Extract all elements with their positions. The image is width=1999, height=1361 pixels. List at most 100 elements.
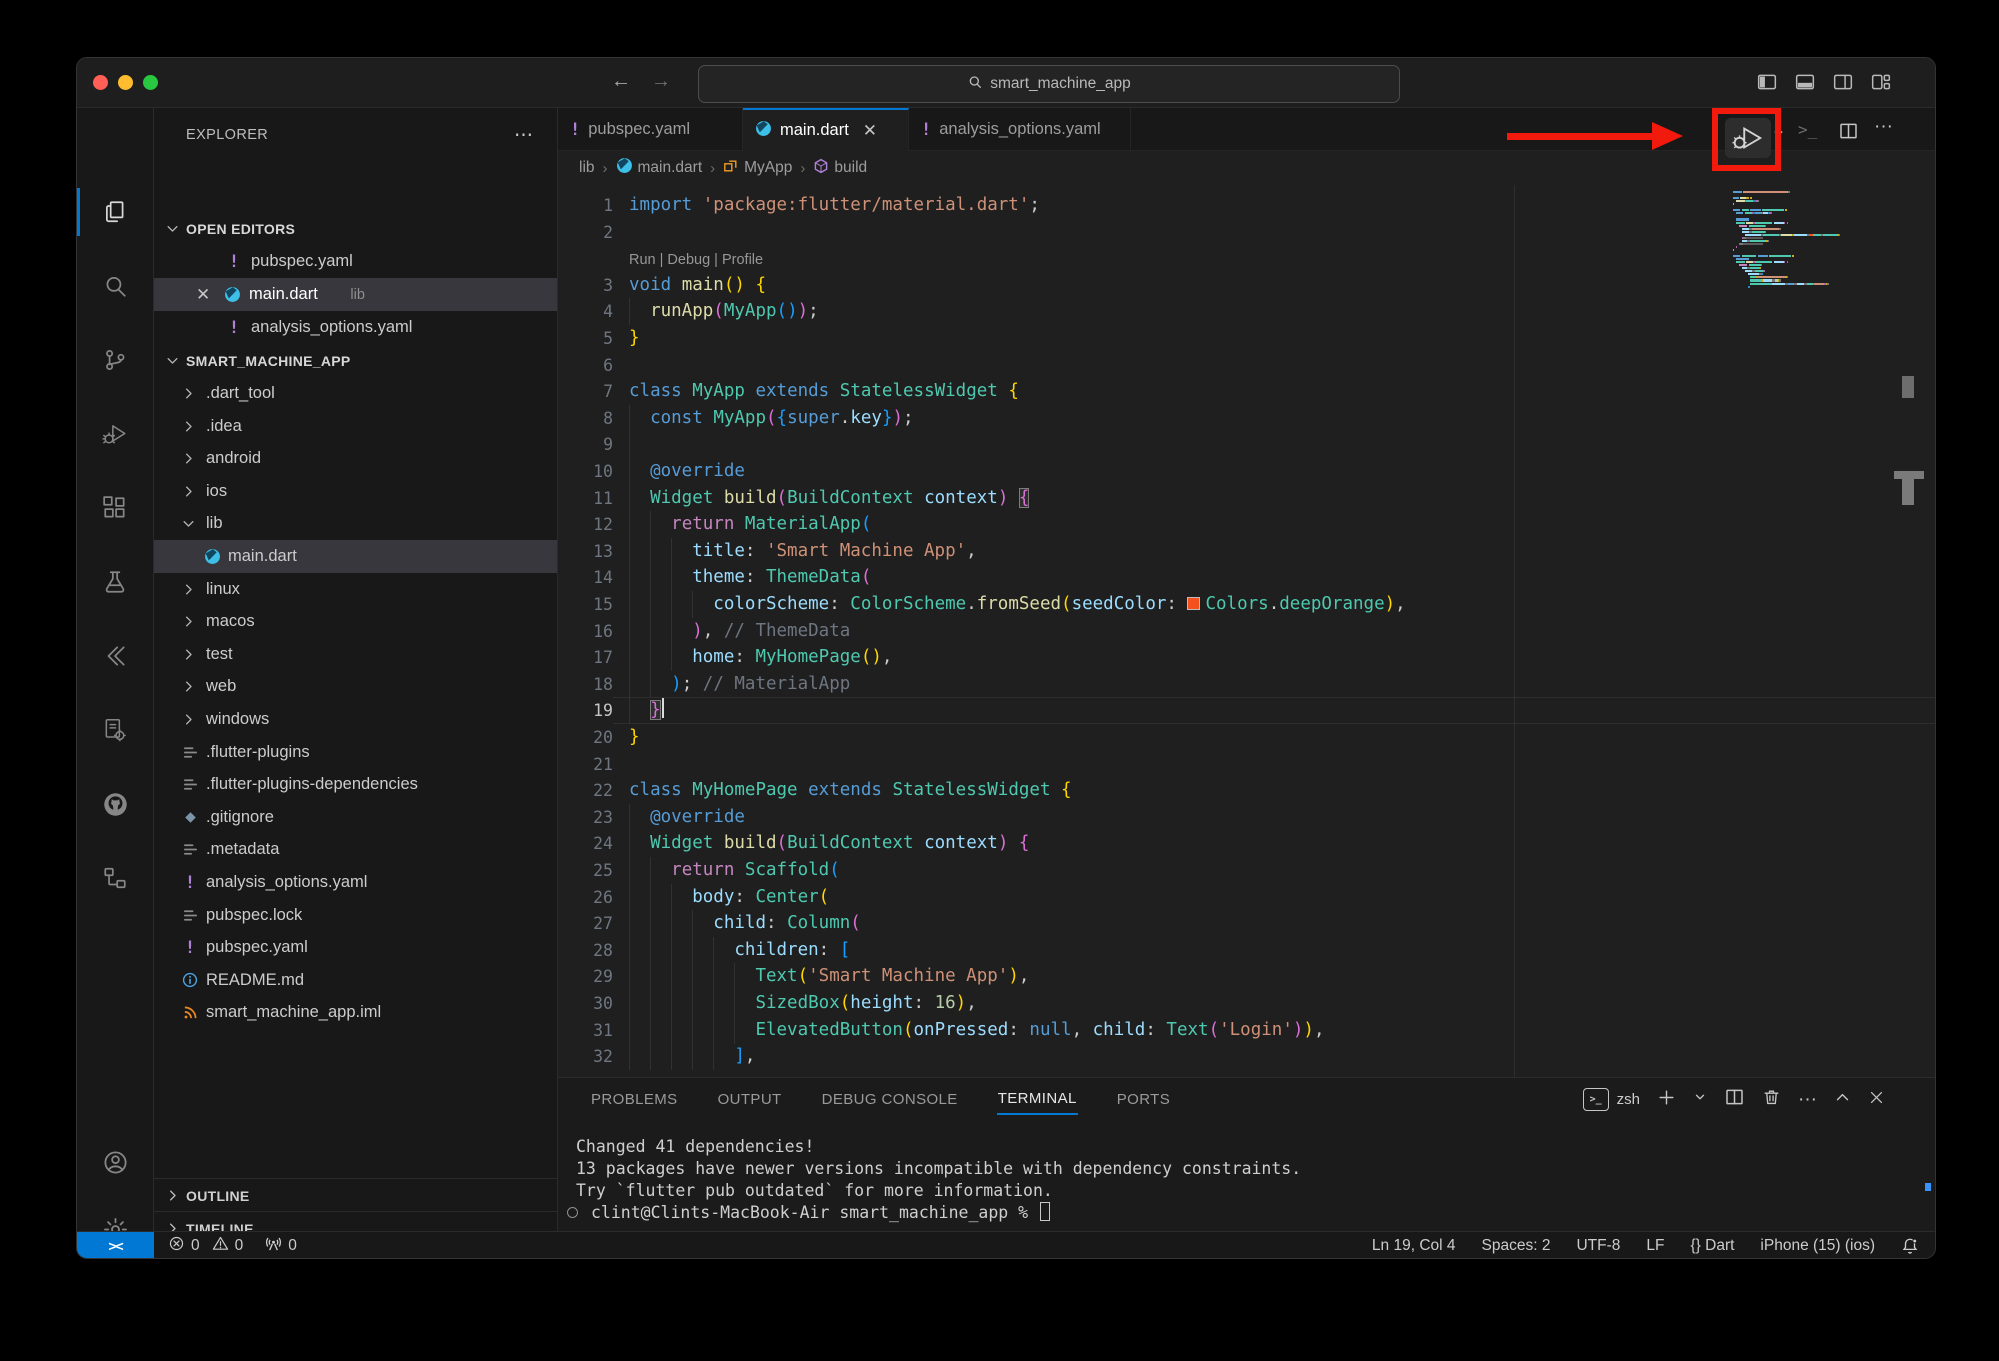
close-panel-icon[interactable] — [1868, 1089, 1885, 1111]
code-line-31[interactable]: 31 ElevatedButton(onPressed: null, child… — [558, 1017, 1936, 1044]
toggle-secondary-sidebar-icon[interactable] — [1832, 72, 1853, 91]
line-number[interactable]: 21 — [558, 751, 613, 778]
line-number[interactable]: 19 — [558, 697, 613, 724]
toggle-panel-icon[interactable] — [1794, 72, 1815, 91]
code-line-11[interactable]: 11 Widget build(BuildContext context) { — [558, 485, 1936, 512]
code-line-27[interactable]: 27 child: Column( — [558, 910, 1936, 937]
code-line-28[interactable]: 28 children: [ — [558, 937, 1936, 964]
remote-indicator[interactable]: >< — [77, 1232, 154, 1259]
toggle-primary-sidebar-icon[interactable] — [1756, 72, 1777, 91]
line-number[interactable]: 7 — [558, 378, 613, 405]
code-line-29[interactable]: 29 Text('Smart Machine App'), — [558, 963, 1936, 990]
more-actions-icon[interactable]: ··· — [1874, 116, 1893, 138]
code-line-15[interactable]: 15 colorScheme: ColorScheme.fromSeed(see… — [558, 591, 1936, 618]
line-number[interactable]: 12 — [558, 511, 613, 538]
line-number[interactable]: 14 — [558, 564, 613, 591]
new-terminal-icon[interactable] — [1657, 1088, 1676, 1112]
code-line-3[interactable]: 3void main() { — [558, 272, 1936, 299]
line-number[interactable]: 11 — [558, 485, 613, 512]
activity-item-source-control-icon[interactable] — [91, 336, 139, 384]
ports-status[interactable]: 0 — [265, 1235, 297, 1257]
line-number[interactable]: 30 — [558, 990, 613, 1017]
line-number[interactable]: 27 — [558, 910, 613, 937]
tree-item-pubspec-lock[interactable]: pubspec.lock — [154, 899, 557, 932]
code-editor[interactable]: 1import 'package:flutter/material.dart';… — [558, 185, 1936, 1077]
line-number[interactable]: 16 — [558, 618, 613, 645]
tree-item-main-dart[interactable]: main.dart — [154, 540, 557, 573]
code-line-1[interactable]: 1import 'package:flutter/material.dart'; — [558, 192, 1936, 219]
codelens-actions[interactable]: Run | Debug | Profile — [558, 245, 1936, 272]
open-editor-analysis-options-yaml[interactable]: !analysis_options.yaml — [154, 311, 557, 344]
code-line-9[interactable]: 9 — [558, 431, 1936, 458]
activity-item-references-icon[interactable] — [91, 854, 139, 902]
tree-item-gitignore[interactable]: .gitignore — [154, 801, 557, 834]
tree-item-web[interactable]: web — [154, 670, 557, 703]
line-number[interactable]: 3 — [558, 272, 613, 299]
code-line-32[interactable]: 32 ], — [558, 1043, 1936, 1070]
maximize-panel-icon[interactable] — [1834, 1089, 1851, 1111]
line-number[interactable]: 31 — [558, 1017, 613, 1044]
code-line-23[interactable]: 23 @override — [558, 804, 1936, 831]
activity-item-search-icon[interactable] — [91, 262, 139, 310]
open-editors-header[interactable]: OPEN EDITORS — [154, 212, 557, 245]
status-item-spaces-2[interactable]: Spaces: 2 — [1482, 1237, 1551, 1255]
code-line-14[interactable]: 14 theme: ThemeData( — [558, 564, 1936, 591]
history-back-icon[interactable]: ← — [611, 70, 631, 93]
line-number[interactable]: 25 — [558, 857, 613, 884]
close-editor-icon[interactable]: ✕ — [196, 285, 210, 305]
tab-analysis-options-yaml[interactable]: !analysis_options.yaml — [909, 108, 1131, 151]
bell-icon[interactable] — [1901, 1237, 1919, 1255]
codelens-run-debug-profile[interactable]: Run | Debug | Profile — [629, 247, 763, 274]
code-line-5[interactable]: 5} — [558, 325, 1936, 352]
command-decoration-circle[interactable] — [567, 1207, 578, 1218]
code-line-22[interactable]: 22class MyHomePage extends StatelessWidg… — [558, 777, 1936, 804]
color-swatch-deep-orange[interactable] — [1187, 597, 1200, 610]
status-item-iphone-15-ios[interactable]: iPhone (15) (ios) — [1760, 1237, 1875, 1255]
line-number[interactable]: 10 — [558, 458, 613, 485]
tree-item-readme-md[interactable]: README.md — [154, 964, 557, 997]
tree-item-macos[interactable]: macos — [154, 605, 557, 638]
code-line-12[interactable]: 12 return MaterialApp( — [558, 511, 1936, 538]
tree-item-idea[interactable]: .idea — [154, 410, 557, 443]
command-center-search[interactable]: smart_machine_app — [698, 65, 1400, 103]
code-line-25[interactable]: 25 return Scaffold( — [558, 857, 1936, 884]
status-item-ln-19-col-4[interactable]: Ln 19, Col 4 — [1372, 1237, 1456, 1255]
split-editor-icon[interactable] — [1838, 121, 1859, 146]
tree-item-android[interactable]: android — [154, 442, 557, 475]
split-terminal-icon[interactable] — [1724, 1087, 1745, 1112]
minimap[interactable] — [1733, 185, 1911, 1077]
breadcrumb-item-main-dart[interactable]: main.dart — [616, 157, 703, 179]
tree-item-flutter-plugins[interactable]: .flutter-plugins — [154, 736, 557, 769]
tree-item-smart-machine-app-iml[interactable]: smart_machine_app.iml — [154, 996, 557, 1029]
history-forward-icon[interactable]: → — [651, 70, 671, 93]
line-number[interactable]: 2 — [558, 219, 613, 246]
project-root-header[interactable]: SMART_MACHINE_APP — [154, 344, 557, 377]
code-line-24[interactable]: 24 Widget build(BuildContext context) { — [558, 830, 1936, 857]
status-item-utf-8[interactable]: UTF-8 — [1576, 1237, 1620, 1255]
panel-tab-problems[interactable]: PROBLEMS — [590, 1085, 679, 1114]
code-line-21[interactable]: 21 — [558, 751, 1936, 778]
line-number[interactable]: 24 — [558, 830, 613, 857]
sidebar-section-outline[interactable]: OUTLINE — [154, 1178, 557, 1212]
tab-main-dart[interactable]: main.dart✕ — [743, 108, 909, 151]
tree-item-windows[interactable]: windows — [154, 703, 557, 736]
customize-layout-icon[interactable] — [1870, 72, 1891, 91]
open-editor-main-dart[interactable]: ✕main.dartlib — [154, 278, 557, 311]
activity-item-run-debug-icon[interactable] — [91, 410, 139, 458]
line-number[interactable]: 20 — [558, 724, 613, 751]
code-line-10[interactable]: 10 @override — [558, 458, 1936, 485]
code-line-18[interactable]: 18 ); // MaterialApp — [558, 671, 1936, 698]
line-number[interactable]: 15 — [558, 591, 613, 618]
open-terminal-icon[interactable]: >_ — [1798, 120, 1817, 139]
status-item-lf[interactable]: LF — [1646, 1237, 1664, 1255]
code-line-4[interactable]: 4 runApp(MyApp()); — [558, 298, 1936, 325]
activity-item-explorer-icon[interactable] — [91, 188, 139, 236]
line-number[interactable]: 29 — [558, 963, 613, 990]
code-line-17[interactable]: 17 home: MyHomePage(), — [558, 644, 1936, 671]
code-line-20[interactable]: 20} — [558, 724, 1936, 751]
code-line-13[interactable]: 13 title: 'Smart Machine App', — [558, 538, 1936, 565]
code-line-30[interactable]: 30 SizedBox(height: 16), — [558, 990, 1936, 1017]
kill-terminal-icon[interactable] — [1762, 1088, 1781, 1112]
tree-item-ios[interactable]: ios — [154, 475, 557, 508]
line-number[interactable]: 1 — [558, 192, 613, 219]
